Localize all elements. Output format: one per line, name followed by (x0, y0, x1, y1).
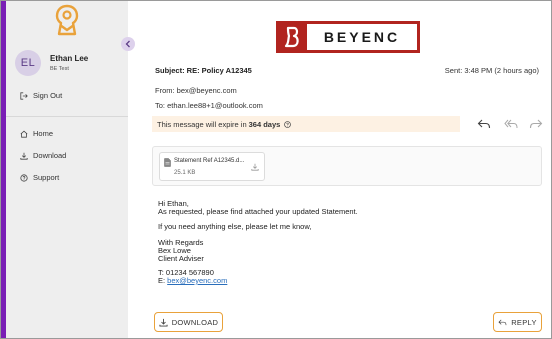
download-button[interactable]: DOWNLOAD (154, 312, 223, 332)
body-line: As requested, please find attached your … (158, 207, 358, 216)
home-icon (20, 130, 28, 138)
chevron-left-icon (125, 40, 130, 48)
support-icon (20, 173, 28, 182)
message-subject: Subject: RE: Policy A12345 (155, 66, 252, 75)
sign-out-icon (20, 91, 28, 100)
email-link[interactable]: bex@beyenc.com (167, 276, 227, 285)
brand-name: BEYENC (323, 29, 401, 45)
download-icon (159, 318, 168, 327)
sign-out-label: Sign Out (33, 91, 63, 100)
reply-all-icon[interactable] (504, 118, 518, 130)
message-from: From: bex@beyenc.com (155, 86, 237, 95)
reply-button-label: REPLY (511, 317, 537, 327)
signature-email: E: bex@beyenc.com (158, 276, 227, 285)
sidebar-divider (6, 116, 128, 117)
attachment-card[interactable]: Statement Ref A12345.d... 25.1 KB (159, 152, 265, 181)
sign-out-link[interactable]: Sign Out (20, 91, 62, 100)
download-icon[interactable] (251, 163, 259, 171)
expiry-days: 364 days (248, 119, 281, 129)
expiry-prefix: This message will expire in (157, 119, 247, 129)
download-icon (20, 152, 28, 160)
sidebar-item-label: Support (33, 173, 60, 182)
brand-logo: BEYENC (276, 21, 420, 53)
download-button-label: DOWNLOAD (171, 317, 219, 327)
reply-icon (498, 319, 507, 325)
user-subtitle: BE Test (50, 66, 69, 72)
message-sent-time: Sent: 3:48 PM (2 hours ago) (444, 66, 539, 75)
email-prefix: E: (158, 276, 168, 285)
message-to: To: ethan.lee88+1@outlook.com (155, 101, 263, 110)
expiry-notice: This message will expire in 364 days (152, 116, 460, 132)
brand-monogram-icon (284, 26, 299, 48)
forward-icon[interactable] (529, 118, 543, 130)
sidebar-item-home[interactable]: Home (20, 129, 53, 138)
app-logo-icon (55, 4, 79, 36)
help-icon[interactable] (284, 120, 292, 128)
user-name: Ethan Lee (50, 54, 89, 63)
sidebar-item-label: Download (33, 151, 67, 160)
avatar: EL (15, 50, 41, 76)
reply-button[interactable]: REPLY (493, 312, 542, 332)
attachments-panel: Statement Ref A12345.d... 25.1 KB (152, 146, 542, 186)
attachment-size: 25.1 KB (174, 170, 196, 176)
attachment-name: Statement Ref A12345.d... (174, 158, 245, 164)
file-icon (164, 158, 171, 167)
sidebar-item-label: Home (33, 129, 54, 138)
reply-icon[interactable] (477, 118, 491, 130)
body-line: If you need anything else, please let me… (158, 222, 312, 231)
signature-line: Client Adviser (158, 254, 204, 263)
collapse-sidebar-button[interactable] (121, 37, 135, 51)
sidebar: EL Ethan Lee BE Test Sign Out (6, 1, 128, 338)
sidebar-item-download[interactable]: Download (20, 151, 66, 160)
sidebar-item-support[interactable]: Support (20, 173, 59, 182)
user-profile[interactable]: EL Ethan Lee BE Test (15, 50, 88, 76)
app-window: EL Ethan Lee BE Test Sign Out Home Downl… (0, 0, 552, 339)
